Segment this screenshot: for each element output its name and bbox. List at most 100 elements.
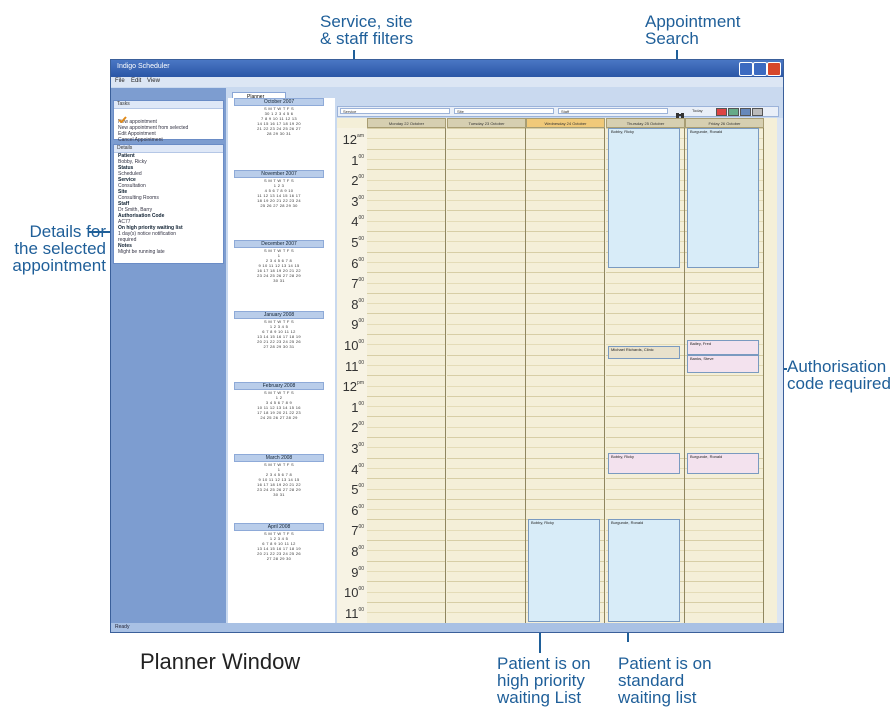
time-slot-line xyxy=(526,426,604,428)
callout-search: Appointment Search xyxy=(645,13,740,47)
appointment-block[interactable]: Burgunde, Ronald xyxy=(687,128,759,269)
callout-search-line1: Appointment xyxy=(645,12,741,31)
time-slot-line xyxy=(447,488,525,490)
mini-calendar[interactable]: December 2007 S M T W T F S12 3 4 5 6 7 8… xyxy=(234,240,324,283)
hour-suffix: 00 xyxy=(358,503,364,510)
mini-calendar-week[interactable]: 27 28 29 30 31 xyxy=(234,344,324,349)
hour-suffix: pm xyxy=(357,380,364,387)
day-header[interactable]: Thursday 25 October xyxy=(606,118,685,128)
day-column[interactable] xyxy=(447,128,526,623)
status-text: Ready xyxy=(115,624,130,630)
time-slot-line xyxy=(606,282,684,284)
mini-calendar[interactable]: January 2008 S M T W T F S1 2 3 4 56 7 8 … xyxy=(234,311,324,349)
time-slot-line xyxy=(526,272,604,274)
mini-calendar-week[interactable]: 25 26 27 28 29 30 xyxy=(234,203,324,208)
view-day-icon[interactable] xyxy=(716,108,727,116)
view-options-icon[interactable] xyxy=(752,108,763,116)
time-slot-line xyxy=(685,437,763,438)
today-button[interactable]: Today xyxy=(690,108,712,114)
details-pane: Details Patient Bobby, Ricky Status Schedul… xyxy=(113,144,224,264)
mini-calendar-week[interactable]: 30 31 xyxy=(234,492,324,497)
callout-filters-line1: Service, site xyxy=(320,12,413,31)
mini-calendar[interactable]: March 2008 S M T W T F S12 3 4 5 6 7 89 1… xyxy=(234,454,324,497)
time-slot-line xyxy=(367,488,445,490)
time-slot-line xyxy=(526,241,604,243)
close-button[interactable] xyxy=(767,62,781,76)
mini-calendar[interactable]: November 2007 S M T W T F S1 2 34 5 6 7 8… xyxy=(234,170,324,208)
mini-calendar-week[interactable]: 27 28 29 30 xyxy=(234,556,324,561)
day-header[interactable]: Friday 26 October xyxy=(685,118,764,128)
hour-number: 10 xyxy=(343,585,359,601)
menu-edit[interactable]: Edit xyxy=(131,78,141,84)
view-week-icon[interactable] xyxy=(728,108,739,116)
appointment-block[interactable]: Michael Richards, Clinic xyxy=(608,346,680,359)
hour-suffix: 00 xyxy=(358,153,364,160)
time-slot-line xyxy=(526,344,604,346)
appointment-block[interactable]: Burgunde, Ronald xyxy=(608,519,680,623)
mini-calendar[interactable]: October 2007 S M T W T F S 30 1 2 3 4 5 67… xyxy=(234,98,324,136)
vertical-scrollbar[interactable] xyxy=(777,118,783,623)
time-slot-line xyxy=(526,231,604,232)
appointment-block[interactable]: Bobby, Ricky xyxy=(608,128,680,269)
time-slot-line xyxy=(606,395,684,397)
time-slot-line xyxy=(526,323,604,325)
task-cancel-appointment[interactable]: Cancel Appointment xyxy=(114,137,223,143)
time-slot-line xyxy=(447,282,525,284)
day-column[interactable] xyxy=(367,128,446,623)
staff-filter[interactable]: Staff xyxy=(558,108,668,114)
mini-calendar-week[interactable]: 30 31 xyxy=(234,278,324,283)
appointment-block[interactable]: Bobby, Ricky xyxy=(528,519,600,623)
time-slot-line xyxy=(606,272,684,274)
mini-calendar-week[interactable]: 28 29 30 31 xyxy=(234,131,324,136)
time-slot-line xyxy=(447,323,525,325)
appointment-block[interactable]: Banks, Steve xyxy=(687,354,759,374)
maximize-button[interactable] xyxy=(753,62,767,76)
callout-filters: Service, site & staff filters xyxy=(320,13,413,47)
day-header[interactable]: Tuesday 23 October xyxy=(447,118,526,128)
mini-calendar[interactable]: April 2008 S M T W T F S1 2 3 4 56 7 8 9 … xyxy=(234,523,324,561)
time-slot-line xyxy=(447,591,525,593)
hour-suffix: 00 xyxy=(358,524,364,531)
day-header[interactable]: Monday 22 October xyxy=(367,118,446,128)
time-slot-line xyxy=(447,334,525,335)
time-slot-line xyxy=(685,416,763,418)
view-month-icon[interactable] xyxy=(740,108,751,116)
hour-suffix: 00 xyxy=(358,400,364,407)
time-slot-line xyxy=(606,364,684,366)
time-slot-line xyxy=(526,303,604,305)
tasks-header: Tasks xyxy=(114,101,223,109)
time-slot-line xyxy=(526,375,604,377)
hour-label: 800 xyxy=(351,544,364,559)
appointment-label: Burgunde, Ronald xyxy=(611,520,644,526)
minimize-button[interactable] xyxy=(739,62,753,76)
appointment-block[interactable]: Bobby, Ricky xyxy=(608,453,680,475)
menu-view[interactable]: View xyxy=(147,78,160,84)
time-slot-line xyxy=(685,560,763,562)
time-slot-line xyxy=(685,447,763,449)
time-slot-line xyxy=(526,200,604,202)
title-bar: Indigo Scheduler xyxy=(111,60,783,77)
tasks-header-label: Tasks xyxy=(117,101,130,107)
mini-calendar[interactable]: February 2008 S M T W T F S1 23 4 5 6 7 8… xyxy=(234,382,324,420)
mini-calendar-column: October 2007 S M T W T F S 30 1 2 3 4 5 67… xyxy=(228,98,335,623)
time-slot-line xyxy=(367,570,445,572)
appointment-block[interactable]: Bailey, Fred xyxy=(687,340,759,355)
hour-label: 200 xyxy=(351,173,364,188)
time-slot-line xyxy=(685,570,763,572)
service-filter[interactable]: Service xyxy=(340,108,450,114)
time-slot-line xyxy=(447,509,525,511)
time-slot-line xyxy=(367,210,445,212)
hour-label: 100 xyxy=(351,153,364,168)
time-slot-line xyxy=(606,509,684,511)
site-filter[interactable]: Site xyxy=(454,108,554,114)
menu-file[interactable]: File xyxy=(115,78,125,84)
time-slot-line xyxy=(526,437,604,438)
details-header-label: Details xyxy=(117,145,133,151)
hour-number: 12 xyxy=(342,379,358,395)
day-header[interactable]: Wednesday 24 October xyxy=(526,118,605,128)
appointment-block[interactable]: Burgunde, Ronald xyxy=(687,453,759,475)
mini-calendar-week[interactable]: 24 25 26 27 28 29 xyxy=(234,415,324,420)
hour-suffix: 00 xyxy=(358,359,364,366)
callout-details-line2: the selected xyxy=(14,239,106,258)
appointment-label: Banks, Steve xyxy=(690,355,714,361)
